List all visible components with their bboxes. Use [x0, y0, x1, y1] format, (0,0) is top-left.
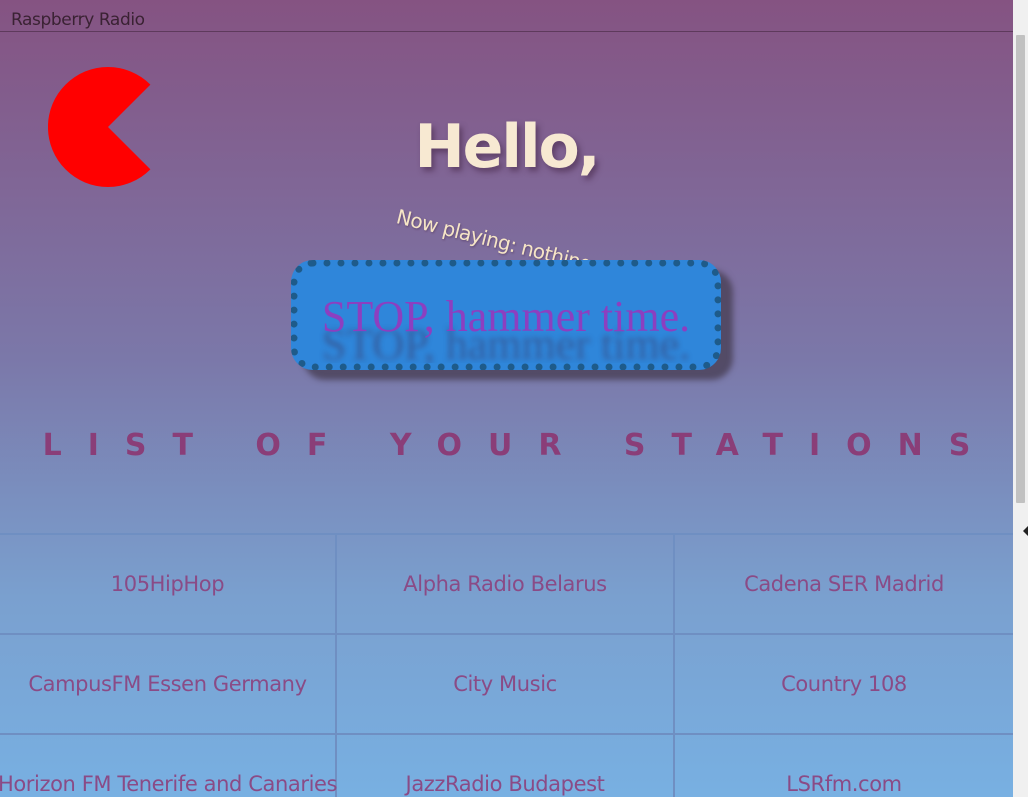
station-item[interactable]: JazzRadio Budapest — [337, 733, 675, 797]
station-item[interactable]: Horizon FM Tenerife and Canaries — [0, 733, 337, 797]
stations-grid: 105HipHop Alpha Radio Belarus Cadena SER… — [0, 533, 1013, 797]
chevron-left-icon — [1023, 526, 1028, 536]
greeting-heading: Hello, — [414, 112, 600, 182]
station-item[interactable]: Cadena SER Madrid — [675, 533, 1013, 633]
scrollbar-thumb[interactable] — [1016, 35, 1025, 503]
stop-button-label: STOP, hammer time. — [321, 292, 691, 341]
station-item[interactable]: City Music — [337, 633, 675, 733]
station-item[interactable]: CampusFM Essen Germany — [0, 633, 337, 733]
station-item[interactable]: LSRfm.com — [675, 733, 1013, 797]
app-title: Raspberry Radio — [11, 10, 145, 30]
title-bar: Raspberry Radio — [0, 0, 1013, 32]
stations-heading: LIST OF YOUR STATIONS — [42, 428, 997, 463]
station-item[interactable]: 105HipHop — [0, 533, 337, 633]
station-item[interactable]: Country 108 — [675, 633, 1013, 733]
stop-button[interactable]: STOP, hammer time. STOP, hammer time. — [291, 260, 721, 370]
app-viewport: Raspberry Radio Hello, Now playing: noth… — [0, 0, 1013, 797]
vertical-scrollbar[interactable] — [1013, 0, 1028, 797]
station-item[interactable]: Alpha Radio Belarus — [337, 533, 675, 633]
